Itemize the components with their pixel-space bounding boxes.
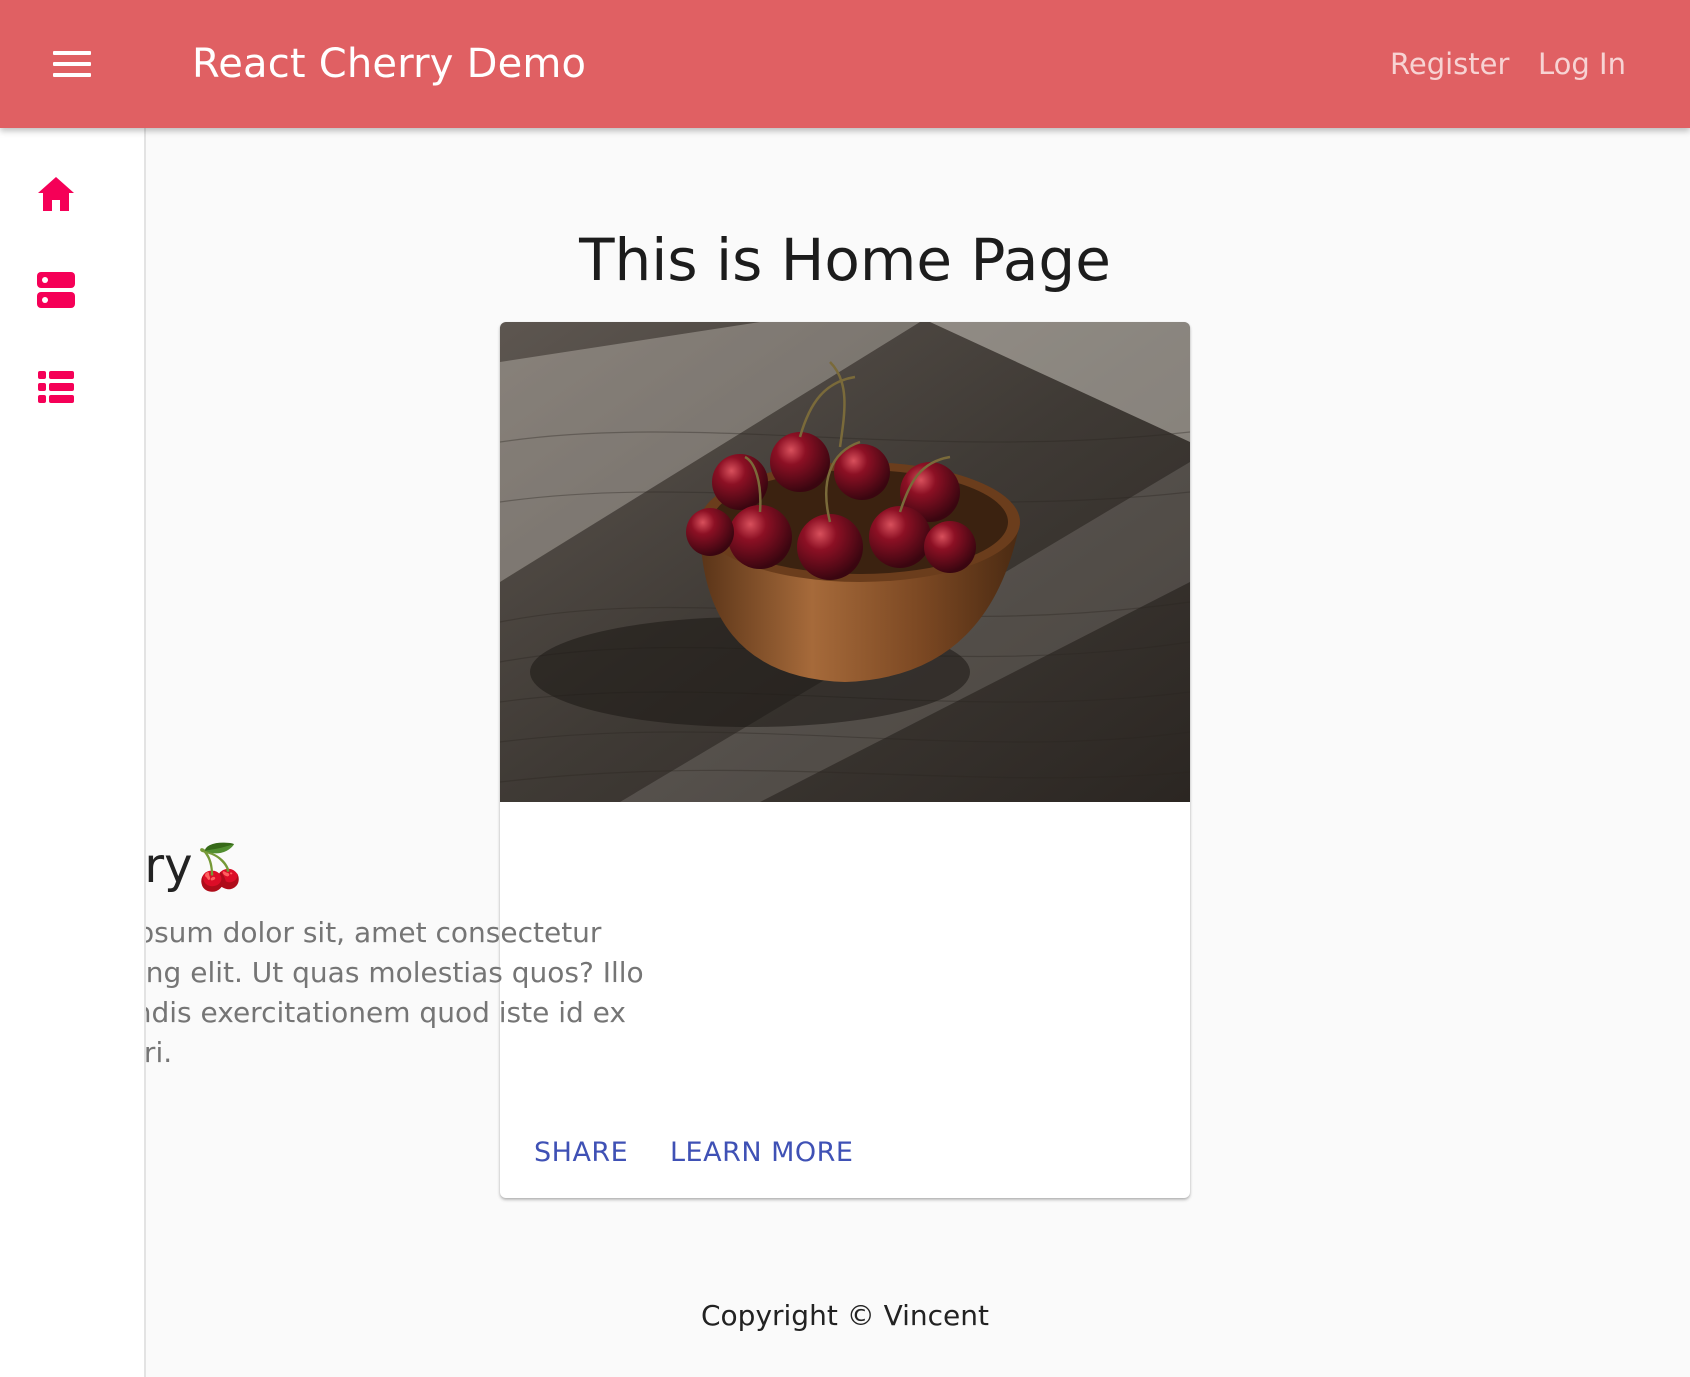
hamburger-menu-icon[interactable] bbox=[44, 39, 100, 89]
page-heading: This is Home Page bbox=[579, 226, 1111, 294]
sidebar-item-list[interactable] bbox=[24, 355, 88, 419]
sidebar bbox=[0, 128, 146, 1377]
list-icon bbox=[38, 371, 74, 403]
cherry-emoji-icon: 🍒 bbox=[192, 842, 248, 893]
learn-more-button[interactable]: Learn More bbox=[670, 1133, 853, 1173]
sidebar-item-home[interactable] bbox=[24, 162, 88, 226]
footer-copyright: Copyright © Vincent bbox=[700, 1299, 990, 1332]
register-link[interactable]: Register bbox=[1390, 44, 1509, 84]
cherry-bowl-image bbox=[500, 322, 1190, 802]
login-link[interactable]: Log In bbox=[1538, 44, 1626, 84]
share-button[interactable]: Share bbox=[534, 1133, 628, 1173]
app-title: React Cherry Demo bbox=[192, 41, 587, 87]
dashboard-icon bbox=[37, 272, 75, 308]
home-icon bbox=[38, 177, 74, 211]
app-bar: React Cherry Demo Register Log In bbox=[0, 0, 1690, 128]
sidebar-item-dashboard[interactable] bbox=[24, 258, 88, 322]
